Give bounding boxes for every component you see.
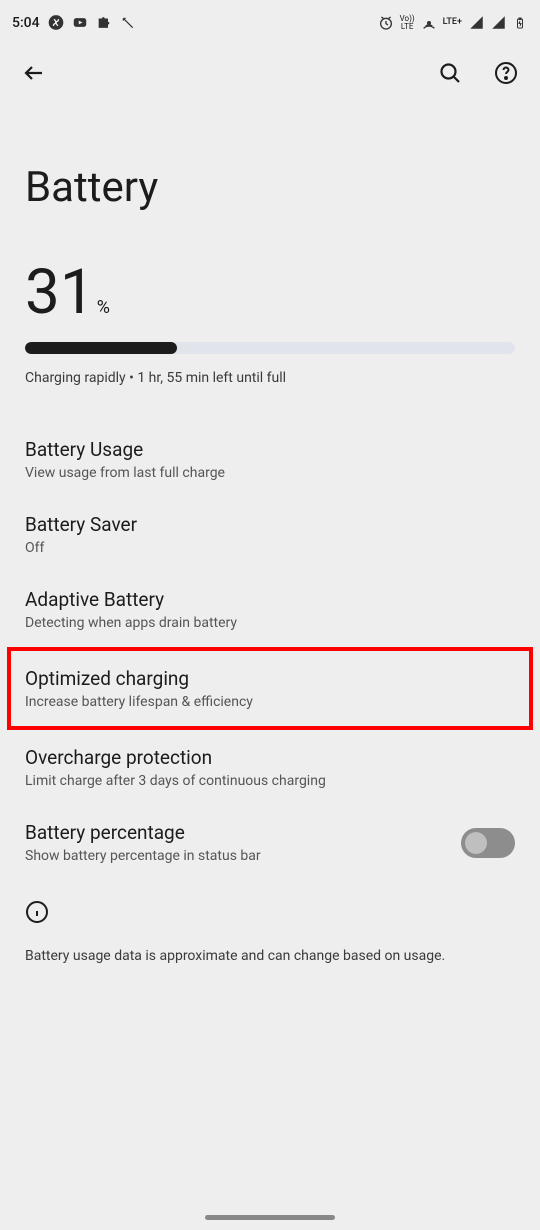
setting-sub: Increase battery lifespan & efficiency — [25, 694, 515, 710]
navigation-handle[interactable] — [205, 1215, 335, 1220]
overcharge-protection-item[interactable]: Overcharge protection Limit charge after… — [25, 730, 515, 805]
adaptive-battery-item[interactable]: Adaptive Battery Detecting when apps dra… — [25, 572, 515, 647]
battery-percentage-item[interactable]: Battery percentage Show battery percenta… — [25, 805, 515, 880]
battery-status-text: Charging rapidly • 1 hr, 55 min left unt… — [25, 370, 515, 386]
info-icon — [25, 900, 49, 924]
pen-icon — [120, 15, 136, 31]
info-icon-row — [25, 900, 515, 924]
setting-sub: Limit charge after 3 days of continuous … — [25, 773, 515, 789]
signal-icon-2 — [490, 15, 506, 31]
battery-progress-fill — [25, 342, 177, 354]
battery-level-number: 31 — [25, 262, 95, 324]
arrow-left-icon — [22, 61, 46, 85]
youtube-icon — [72, 15, 88, 31]
shazam-icon — [48, 15, 64, 31]
signal-icon-1 — [468, 15, 484, 31]
search-button[interactable] — [430, 53, 470, 93]
battery-saver-item[interactable]: Battery Saver Off — [25, 497, 515, 572]
battery-progress-bar — [25, 342, 515, 354]
settings-list: Battery Usage View usage from last full … — [25, 422, 515, 880]
setting-sub: Show battery percentage in status bar — [25, 848, 461, 864]
battery-icon — [512, 15, 528, 31]
hotspot-icon — [421, 15, 437, 31]
search-icon — [438, 61, 462, 85]
setting-sub: Detecting when apps drain battery — [25, 615, 515, 631]
battery-usage-item[interactable]: Battery Usage View usage from last full … — [25, 422, 515, 497]
optimized-charging-item[interactable]: Optimized charging Increase battery life… — [7, 647, 533, 730]
status-bar: 5:04 Vo))LTE LTE+ — [0, 0, 540, 45]
battery-percentage-toggle[interactable] — [461, 828, 515, 858]
status-time: 5:04 — [12, 15, 40, 31]
back-button[interactable] — [14, 53, 54, 93]
app-bar — [0, 45, 540, 101]
toggle-knob — [465, 832, 487, 854]
setting-sub: Off — [25, 540, 515, 556]
setting-title: Battery percentage — [25, 821, 461, 844]
help-button[interactable] — [486, 53, 526, 93]
setting-sub: View usage from last full charge — [25, 465, 515, 481]
volte-indicator: Vo))LTE — [400, 15, 415, 31]
alarm-icon — [378, 15, 394, 31]
setting-title: Battery Usage — [25, 438, 515, 461]
percent-sign: % — [97, 297, 110, 318]
setting-title: Overcharge protection — [25, 746, 515, 769]
lte-indicator: LTE+ — [443, 18, 462, 27]
setting-title: Adaptive Battery — [25, 588, 515, 611]
setting-title: Battery Saver — [25, 513, 515, 536]
battery-level-section: 31% Charging rapidly • 1 hr, 55 min left… — [25, 262, 515, 386]
puzzle-icon — [96, 15, 112, 31]
help-icon — [494, 61, 518, 85]
setting-title: Optimized charging — [25, 667, 515, 690]
info-text: Battery usage data is approximate and ca… — [25, 948, 515, 964]
page-title: Battery — [25, 163, 515, 212]
